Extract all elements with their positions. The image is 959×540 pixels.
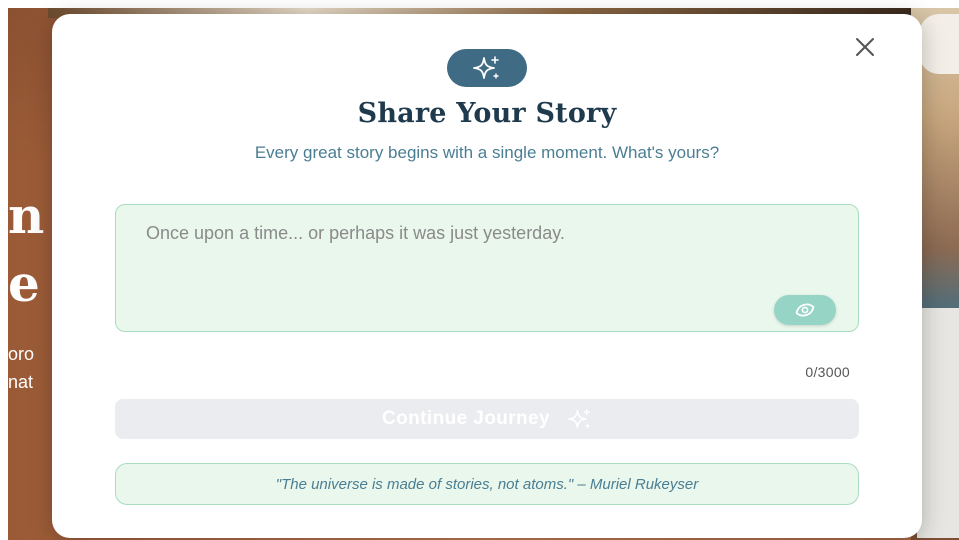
inspiration-button[interactable] [774,295,836,325]
continue-journey-button[interactable]: Continue Journey [115,399,859,439]
modal-title: Share Your Story [357,98,617,129]
background-body-fragment-1: oro [8,344,35,364]
share-story-modal: Share Your Story Every great story begin… [52,14,922,538]
story-textarea[interactable] [116,205,858,331]
story-input-container [115,204,859,332]
background-heading-fragment-1: n [8,186,45,245]
continue-journey-label: Continue Journey [382,408,550,429]
close-button[interactable] [854,36,876,58]
character-counter: 0/3000 [805,364,850,380]
background-cup [919,14,959,74]
quote-banner: "The universe is made of stories, not at… [115,463,859,505]
background-heading-fragment-2: e [8,254,40,313]
sparkles-icon [473,56,499,79]
hero-badge [447,49,527,87]
background-body-fragment-2: nat [8,372,34,392]
sparkles-icon [568,409,590,429]
modal-subtitle: Every great story begins with a single m… [254,143,720,162]
close-icon [856,38,874,56]
eye-icon [795,303,815,317]
background-panel [917,308,959,538]
quote-text: "The universe is made of stories, not at… [275,475,699,493]
